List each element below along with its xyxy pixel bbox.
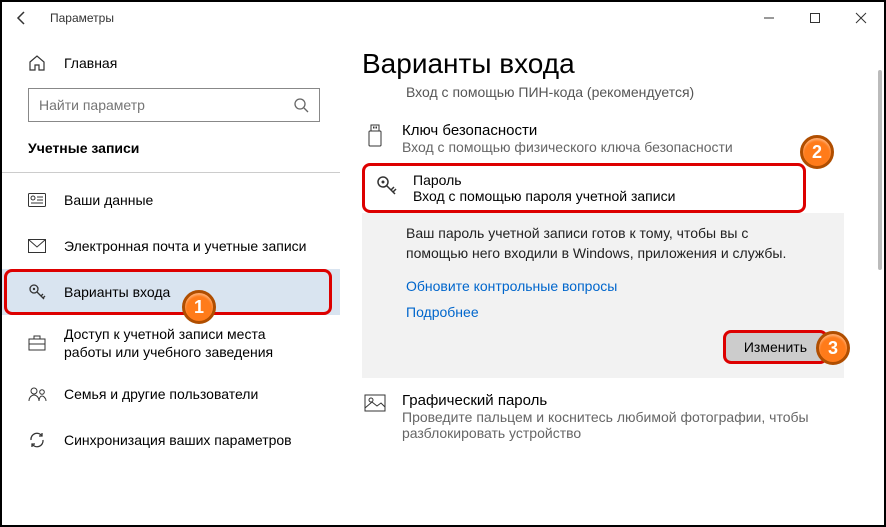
mail-icon <box>28 239 48 253</box>
page-title: Варианты входа <box>362 48 884 80</box>
person-card-icon <box>28 193 48 207</box>
option-password-block: Пароль Вход с помощью пароля учетной зап… <box>362 163 884 378</box>
badge-1: 1 <box>182 290 216 324</box>
sidebar: Главная Учетные записи Ваши данные Элект… <box>2 34 340 525</box>
sidebar-item-label: Семья и другие пользователи <box>64 385 258 403</box>
option-picture-password[interactable]: Графический пароль Проведите пальцем и к… <box>362 386 884 447</box>
truncated-option: Вход с помощью ПИН-кода (рекомендуется) <box>406 86 884 102</box>
key-icon <box>28 283 48 301</box>
sidebar-item-sync[interactable]: Синхронизация ваших параметров <box>2 417 340 463</box>
main-panel: Варианты входа Вход с помощью ПИН-кода (… <box>340 34 884 525</box>
option-title: Графический пароль <box>402 392 822 409</box>
password-expanded-panel: Ваш пароль учетной записи готов к тому, … <box>362 213 844 378</box>
sidebar-item-label: Синхронизация ваших параметров <box>64 431 292 449</box>
home-icon <box>28 54 48 72</box>
sidebar-item-signin-options[interactable]: Варианты входа <box>2 269 340 315</box>
usb-key-icon <box>362 124 388 148</box>
titlebar: Параметры <box>2 2 884 34</box>
search-box[interactable] <box>28 88 320 122</box>
settings-window: Параметры Главная Учетные записи Ваши да… <box>0 0 886 527</box>
option-subtitle: Проведите пальцем и коснитесь любимой фо… <box>402 409 822 441</box>
learn-more-link[interactable]: Подробнее <box>406 304 832 320</box>
option-password[interactable]: Пароль Вход с помощью пароля учетной зап… <box>362 163 806 213</box>
sidebar-item-email[interactable]: Электронная почта и учетные записи <box>2 223 340 269</box>
sidebar-item-label: Доступ к учетной записи места работы или… <box>64 325 314 361</box>
password-description: Ваш пароль учетной записи готов к тому, … <box>406 223 806 264</box>
option-subtitle: Вход с помощью пароля учетной записи <box>413 188 675 204</box>
close-button[interactable] <box>838 2 884 34</box>
badge-3: 3 <box>816 331 850 365</box>
home-label: Главная <box>64 55 117 71</box>
sidebar-item-label: Варианты входа <box>64 283 170 301</box>
sidebar-item-work-access[interactable]: Доступ к учетной записи места работы или… <box>2 315 340 371</box>
content-area: Главная Учетные записи Ваши данные Элект… <box>2 34 884 525</box>
maximize-button[interactable] <box>792 2 838 34</box>
update-questions-link[interactable]: Обновите контрольные вопросы <box>406 278 832 294</box>
back-button[interactable] <box>10 6 34 30</box>
search-input[interactable] <box>39 97 293 113</box>
window-title: Параметры <box>50 11 114 25</box>
section-title: Учетные записи <box>2 140 340 166</box>
home-nav[interactable]: Главная <box>2 46 340 80</box>
key-icon <box>373 174 399 196</box>
sidebar-item-family[interactable]: Семья и другие пользователи <box>2 371 340 417</box>
window-controls <box>746 2 884 34</box>
option-title: Пароль <box>413 172 675 188</box>
sidebar-item-your-info[interactable]: Ваши данные <box>2 177 340 223</box>
sidebar-item-label: Электронная почта и учетные записи <box>64 237 306 255</box>
people-icon <box>28 386 48 402</box>
scrollbar[interactable] <box>878 70 882 270</box>
divider <box>2 172 340 173</box>
sync-icon <box>28 431 48 449</box>
change-button[interactable]: Изменить <box>723 330 828 364</box>
search-icon <box>293 97 309 113</box>
briefcase-icon <box>28 335 48 351</box>
option-subtitle: Вход с помощью физического ключа безопас… <box>402 139 733 155</box>
picture-icon <box>362 394 388 414</box>
minimize-button[interactable] <box>746 2 792 34</box>
sidebar-item-label: Ваши данные <box>64 191 153 209</box>
option-title: Ключ безопасности <box>402 122 733 139</box>
badge-2: 2 <box>800 135 834 169</box>
